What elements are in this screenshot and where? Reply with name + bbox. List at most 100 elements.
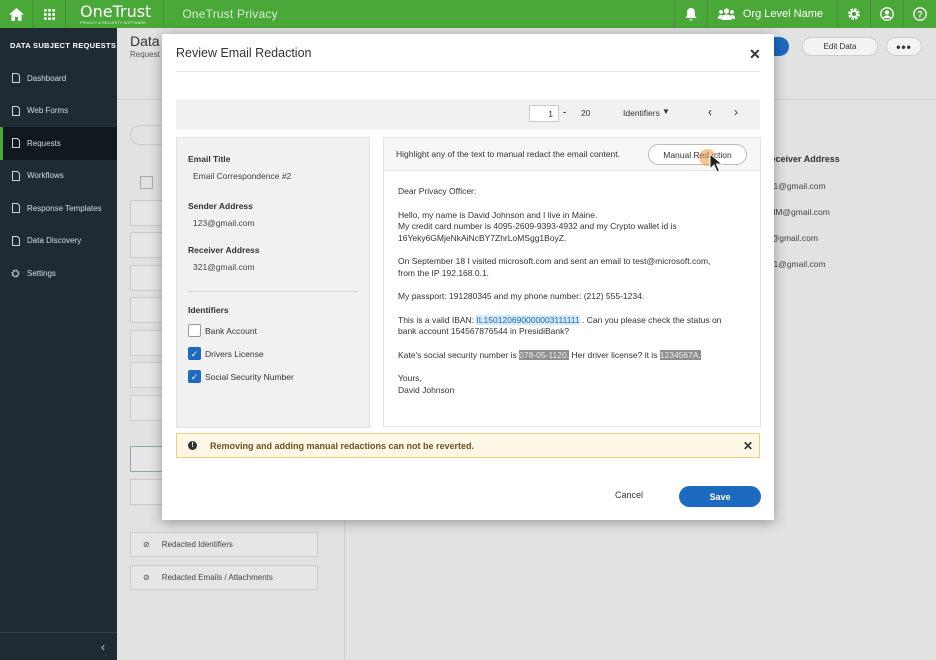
sidebar-item-label: Response Templates xyxy=(27,203,102,213)
page-title: Data xyxy=(130,33,160,49)
app-grid-button[interactable] xyxy=(33,0,66,28)
ssn-label: Social Security Number xyxy=(205,372,294,382)
ellipsis-icon: ••• xyxy=(896,39,912,54)
email-line: On September 18 I visited microsoft.com … xyxy=(398,256,711,266)
page-separator: - xyxy=(563,107,566,117)
email-content-header: Highlight any of the text to manual reda… xyxy=(384,138,760,173)
divider xyxy=(188,291,358,292)
email-line: bank account 154567876544 in PresidiBank… xyxy=(398,326,570,336)
document-icon xyxy=(11,235,20,246)
email-paragraph: This is a valid IBAN: IL1501206900000031… xyxy=(398,314,748,338)
page-number-input[interactable]: 1 xyxy=(529,105,559,122)
sidebar-collapse-button[interactable]: ‹ xyxy=(0,632,117,660)
settings-button[interactable] xyxy=(837,0,870,28)
identifiers-dropdown[interactable]: Identifiers xyxy=(623,108,660,118)
select-all-checkbox[interactable] xyxy=(140,176,153,189)
highlighted-iban[interactable]: IL150120690000003111111 xyxy=(476,314,580,325)
sidebar-item-workflows[interactable]: Workflows xyxy=(0,160,117,193)
redacted-ssn[interactable]: 078-05-1120. xyxy=(519,349,570,360)
email-signature: Yours, David Johnson xyxy=(398,373,748,396)
logo-text: OneTrust xyxy=(80,1,152,21)
email-title-value: Email Correspondence #2 xyxy=(193,171,292,181)
dashboard-icon xyxy=(11,73,20,84)
grid-icon xyxy=(43,8,55,20)
page-total: 20 xyxy=(581,108,591,118)
sidebar-item-settings[interactable]: Settings xyxy=(0,257,117,290)
cancel-button[interactable]: Cancel xyxy=(615,490,643,500)
save-button[interactable]: Save xyxy=(679,486,761,507)
email-text: Her driver license? it is xyxy=(569,349,660,360)
document-icon xyxy=(11,170,20,181)
divider xyxy=(176,71,760,72)
more-options-button[interactable]: ••• xyxy=(886,37,922,56)
sidebar-item-label: Requests xyxy=(27,138,61,148)
edit-data-button[interactable]: Edit Data xyxy=(802,37,878,56)
redacted-emails-button[interactable]: ⊘ Redacted Emails / Attachments xyxy=(130,565,318,590)
email-line: My credit card number is 4095-2609-9393-… xyxy=(398,221,677,231)
help-button[interactable]: ? xyxy=(903,0,936,28)
button-label: Redacted Identifiers xyxy=(161,540,233,549)
sidebar-item-requests[interactable]: Requests xyxy=(0,127,117,160)
manual-redaction-button[interactable]: Manual Redaction xyxy=(648,144,747,165)
notifications-button[interactable] xyxy=(673,0,707,28)
document-icon xyxy=(11,203,20,214)
sender-value: 123@gmail.com xyxy=(193,218,255,228)
email-line: from the IP 192.168.0.1. xyxy=(398,267,490,278)
receiver-value: 321@gmail.com xyxy=(193,262,255,272)
email-text: . Can you please check the status on xyxy=(579,314,722,325)
email-body[interactable]: Dear Privacy Officer: Hello, my name is … xyxy=(398,186,748,408)
email-line: Yours, xyxy=(398,373,422,383)
drivers-license-checkbox[interactable]: ✓ xyxy=(188,347,201,360)
chevron-left-icon[interactable]: ‹ xyxy=(708,105,712,119)
sidebar-item-label: Settings xyxy=(27,268,56,278)
email-line: 16Yeky6GMjeNkAiNcBY7ZhrLoMSgg1BoyZ. xyxy=(398,232,567,243)
cursor-icon xyxy=(709,153,723,173)
org-selector[interactable]: Org Level Name xyxy=(706,0,837,28)
modal-title: Review Email Redaction xyxy=(176,46,312,60)
gear-icon xyxy=(848,8,860,20)
chevron-right-icon[interactable]: › xyxy=(734,105,738,119)
sidebar-item-dashboard[interactable]: Dashboard xyxy=(0,62,117,95)
home-button[interactable] xyxy=(0,0,33,28)
receiver-label: Receiver Address xyxy=(188,245,260,255)
caret-down-icon[interactable]: ▼ xyxy=(662,107,670,116)
sidebar-item-label: Data Discovery xyxy=(27,236,82,246)
email-paragraph: My passport: 191280345 and my phone numb… xyxy=(398,291,645,301)
sender-label: Sender Address xyxy=(188,201,253,211)
sidebar-item-label: Web Forms xyxy=(27,106,69,116)
sidebar: DATA SUBJECT REQUESTS Dashboard Web Form… xyxy=(0,28,117,660)
sidebar-item-label: Workflows xyxy=(27,171,64,181)
drivers-license-label: Drivers License xyxy=(205,349,264,359)
email-paragraph: On September 18 I visited microsoft.com … xyxy=(398,256,748,279)
checkmark-icon: ✓ xyxy=(190,349,199,359)
org-name: Org Level Name xyxy=(742,8,823,20)
checkmark-icon: ✓ xyxy=(190,372,199,382)
close-icon[interactable]: ✕ xyxy=(749,46,761,63)
bell-icon xyxy=(685,7,697,20)
sidebar-item-response-templates[interactable]: Response Templates xyxy=(0,192,117,225)
redacted-identifiers-button[interactable]: ⊘ Redacted Identifiers xyxy=(130,532,318,557)
bank-account-checkbox[interactable] xyxy=(188,324,201,337)
document-icon xyxy=(11,105,20,116)
pagination-toolbar: 1 - 20 Identifiers ▼ ‹ › xyxy=(176,99,760,130)
review-email-redaction-modal: Review Email Redaction ✕ 1 - 20 Identifi… xyxy=(162,34,774,520)
alert-message: Removing and adding manual redactions ca… xyxy=(210,440,475,451)
sidebar-item-data-discovery[interactable]: Data Discovery xyxy=(0,225,117,258)
email-text: This is a valid IBAN: xyxy=(398,314,477,325)
onetrust-logo[interactable]: OneTrust PRIVACY & SECURITY SOFTWARE xyxy=(66,0,165,28)
profile-button[interactable] xyxy=(870,0,903,28)
ssn-checkbox[interactable]: ✓ xyxy=(188,370,201,383)
warning-icon: ! xyxy=(188,441,197,450)
users-icon xyxy=(717,8,735,20)
email-paragraph: Hello, my name is David Johnson and I li… xyxy=(398,210,748,245)
gear-icon xyxy=(11,268,20,278)
bank-account-label: Bank Account xyxy=(205,326,257,336)
warning-alert: ! Removing and adding manual redactions … xyxy=(176,433,760,458)
sidebar-item-web-forms[interactable]: Web Forms xyxy=(0,95,117,128)
block-icon: ⊘ xyxy=(143,573,150,582)
document-icon xyxy=(11,138,20,149)
email-paragraph: Kate's social security number is 078-05-… xyxy=(398,349,748,362)
close-icon[interactable]: ✕ xyxy=(743,439,753,453)
redacted-drivers-license[interactable]: 1234567A. xyxy=(659,349,701,360)
sidebar-title: DATA SUBJECT REQUESTS xyxy=(10,41,117,50)
